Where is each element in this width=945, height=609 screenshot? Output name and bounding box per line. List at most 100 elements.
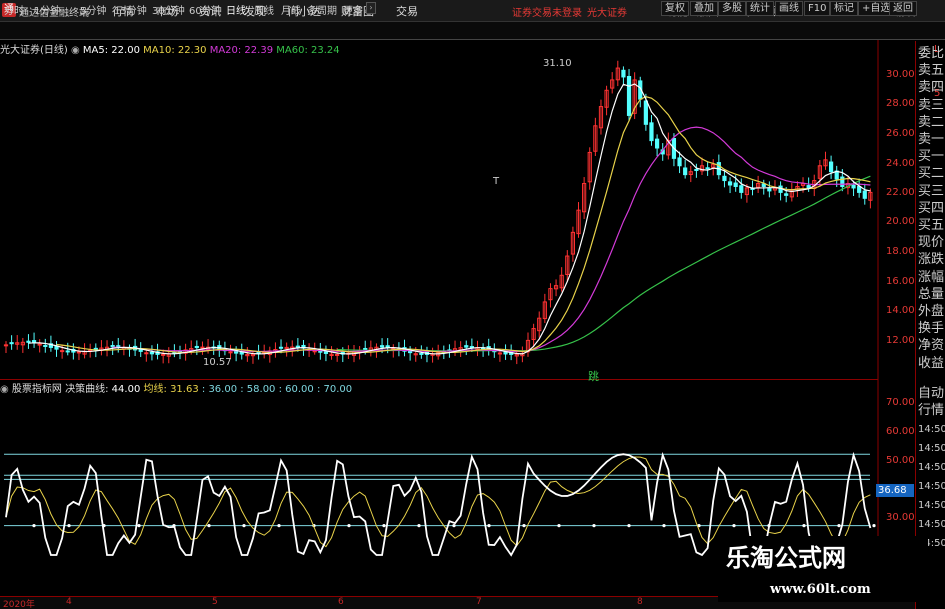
menu-trade[interactable]: 交易 (396, 3, 418, 19)
candle-body (722, 175, 727, 182)
candle-body (149, 351, 155, 355)
login-notice[interactable]: 证券交易未登录 (512, 4, 582, 19)
indicator-dot (452, 524, 456, 528)
period-weekly[interactable]: 周线 (254, 2, 274, 17)
indicator-dot (732, 524, 736, 528)
sidebar-item[interactable]: 买四 (918, 201, 944, 216)
candle-body (228, 351, 233, 354)
current-value-badge: 36.68 (876, 484, 914, 497)
sidebar-item[interactable]: 外盘 (918, 305, 944, 319)
ma10-label: MA10: 22.30 (143, 45, 207, 56)
t-marker: T (493, 176, 500, 187)
period-60min[interactable]: 60分钟 (189, 2, 222, 17)
candle-body (194, 345, 199, 349)
indicator-dot (32, 524, 36, 528)
period-monthly[interactable]: 月线 (281, 2, 301, 17)
period-1min[interactable]: 1分钟 (34, 2, 60, 17)
jump-marker: 跳 (588, 370, 599, 383)
sidebar-item[interactable]: 净资 (918, 339, 944, 353)
candle-body (497, 352, 503, 355)
period-toolbar (0, 22, 945, 40)
sidebar-item[interactable]: 委比 (918, 47, 944, 61)
indicator-dot (347, 524, 351, 528)
candle-body (65, 350, 70, 353)
candle-body (654, 138, 660, 149)
period-daily[interactable]: 日线 (226, 2, 246, 17)
price-tick: 30.00 (886, 69, 915, 80)
indicator-source: 股票指标网 (11, 384, 62, 395)
indicator-dot (67, 524, 71, 528)
candle-body (739, 185, 744, 193)
period-intraday[interactable]: 分时 (4, 2, 24, 17)
sidebar-quotes[interactable]: 行情 (918, 404, 944, 418)
sidebar-auto[interactable]: 自动 (918, 387, 944, 401)
indicator-dot (662, 524, 666, 528)
sidebar-item[interactable]: 买一 (918, 150, 944, 164)
period-15min[interactable]: 15分钟 (114, 2, 147, 17)
chart-canvas[interactable] (0, 40, 915, 596)
back-button[interactable]: 返回 (889, 1, 917, 16)
sidebar-item[interactable]: 换手 (918, 322, 944, 336)
candle-body (363, 347, 368, 350)
stats-button[interactable]: 统计 (746, 1, 774, 16)
candle-body (3, 344, 9, 347)
candle-body (76, 351, 82, 354)
sidebar-item[interactable]: 卖一 (918, 133, 944, 147)
chevron-right-icon[interactable]: › (366, 2, 376, 14)
trade-time: 14:50 (918, 519, 945, 530)
period-multi[interactable]: 多周期 (307, 2, 337, 17)
sidebar-item[interactable]: 卖三 (918, 98, 944, 113)
adjust-button[interactable]: 复权 (661, 1, 689, 16)
sidebar-item[interactable]: 涨幅 (918, 270, 944, 285)
indicator-dot (487, 524, 491, 528)
trade-time: 14:50 (918, 443, 945, 454)
candle-body (862, 190, 867, 199)
watermark-title: 乐淘公式网 (726, 543, 846, 572)
candle-body (840, 176, 845, 187)
candle-body (26, 340, 31, 343)
mark-button[interactable]: 标记 (830, 1, 858, 16)
sidebar-item[interactable]: 买二 (918, 167, 944, 181)
sidebar-item[interactable]: 卖四 (918, 81, 944, 95)
draw-line-button[interactable]: 画线 (775, 1, 803, 16)
f10-button[interactable]: F10 (804, 1, 831, 16)
stock-title: 光大证券(日线) (0, 45, 68, 56)
candle-body (621, 69, 626, 78)
broker-name: 光大证券 (587, 8, 627, 19)
sidebar-item[interactable]: 收益 (918, 356, 944, 371)
sidebar-item[interactable]: 买五 (918, 219, 944, 233)
candle-body (767, 188, 772, 192)
settings-icon[interactable]: ◉ (0, 384, 9, 395)
time-tick: 8 (637, 597, 643, 607)
candle-body (295, 345, 300, 348)
indicator-dot (837, 524, 841, 528)
ma60-label: MA60: 23.24 (276, 45, 340, 56)
sidebar-item[interactable]: 买三 (918, 184, 944, 199)
indicator-value: 44.00 (111, 384, 141, 395)
sidebar-item[interactable]: 现价 (918, 236, 944, 250)
indicator-dot (137, 524, 141, 528)
sidebar-item[interactable]: 涨跌 (918, 253, 944, 267)
period-5min[interactable]: 5分钟 (80, 2, 106, 17)
time-tick: 6 (338, 597, 344, 607)
sidebar-item[interactable]: 卖五 (918, 64, 944, 78)
candle-body (784, 193, 789, 196)
period-more[interactable]: 更多 (343, 2, 363, 17)
time-tick: 2020年 (3, 600, 35, 609)
candle-body (419, 352, 424, 355)
period-30min[interactable]: 30分钟 (152, 2, 185, 17)
indicator-name: 决策曲线: (65, 384, 109, 395)
multi-stock-button[interactable]: 多股 (718, 1, 746, 16)
candle-body (828, 161, 834, 173)
sidebar-item[interactable]: 总量 (918, 287, 944, 302)
candle-body (200, 346, 205, 349)
indicator-dot (277, 524, 281, 528)
collapse-icon[interactable]: ◉ (71, 45, 80, 56)
indicator-dot (242, 524, 246, 528)
candle-body (683, 167, 688, 176)
ma20-label: MA20: 22.39 (209, 45, 274, 56)
avg-value: 31.63 (170, 384, 199, 395)
overlay-button[interactable]: 叠加 (690, 1, 718, 16)
candle-body (138, 349, 143, 352)
sidebar-item[interactable]: 卖二 (918, 115, 944, 130)
